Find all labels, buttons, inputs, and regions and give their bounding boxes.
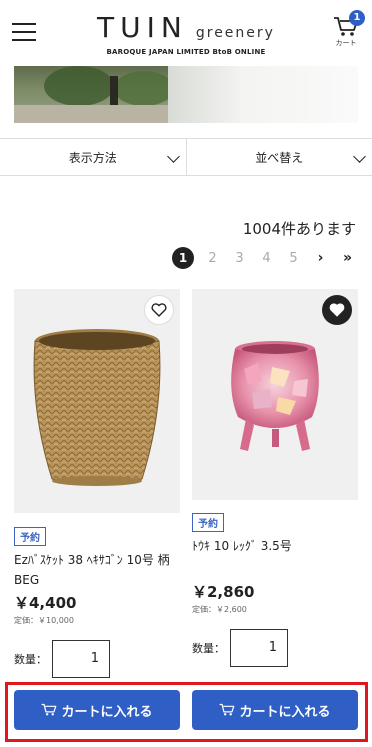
product-list-price: 定価：￥2,600 [192,605,247,614]
product-name[interactable]: Ezﾊﾞｽｹｯﾄ 38 ﾍｷｻｺﾞﾝ 10号 柄BEG [14,550,180,592]
favorite-button[interactable] [144,295,174,325]
cart-count-badge: 1 [349,10,365,26]
product-card: 予約 Ezﾊﾞｽｹｯﾄ 38 ﾍｷｻｺﾞﾝ 10号 柄BEG ￥4,400 定価… [14,289,180,678]
filter-bar: 表示方法 並べ替え [0,138,372,176]
site-logo[interactable]: TUIN greenery BAROQUE JAPAN LIMITED BtoB… [97,11,275,62]
page-4[interactable]: 4 [253,251,280,266]
sort-dropdown[interactable]: 並べ替え [185,139,372,175]
next-page-button[interactable]: › [307,250,334,266]
cart-icon [42,703,57,716]
heart-outline-icon [151,303,167,317]
favorite-button[interactable] [322,295,352,325]
result-count: 1004件あります [242,220,356,238]
page-5[interactable]: 5 [280,251,307,266]
add-to-cart-button[interactable]: カートに入れる [14,690,180,730]
menu-icon[interactable] [12,20,38,42]
preorder-badge: 予約 [192,513,224,532]
logo-tagline: BAROQUE JAPAN LIMITED BtoB ONLINE [106,48,266,56]
logo-sub-word: greenery [195,25,275,41]
product-name[interactable]: ﾄｳｷ 10 ﾚｯｸﾞ 3.5号 [192,536,358,578]
last-page-button[interactable]: » [334,250,361,266]
pagination: 1 2 3 4 5 › » [172,246,362,270]
display-mode-label: 表示方法 [68,150,117,165]
product-image[interactable] [14,289,180,513]
logo-main-text: TUIN [97,11,188,44]
quantity-input[interactable]: 1 [52,640,110,678]
sort-label: 並べ替え [255,150,304,165]
display-mode-dropdown[interactable]: 表示方法 [0,139,186,175]
site-header: TUIN greenery BAROQUE JAPAN LIMITED BtoB… [0,0,372,66]
heart-filled-icon [329,303,345,317]
quantity-input[interactable]: 1 [230,629,288,667]
chevron-down-icon [353,150,366,163]
quantity-row: 数量： 1 [192,629,358,667]
add-to-cart-label: カートに入れる [239,704,331,720]
product-image[interactable] [192,289,358,500]
quantity-row: 数量： 1 [14,640,180,678]
product-price: ￥4,400 [14,594,77,612]
cart-label: カート [335,39,357,47]
preorder-badge: 予約 [14,527,46,546]
page-1[interactable]: 1 [172,247,194,269]
page-2[interactable]: 2 [199,251,226,266]
cart-button[interactable]: 1 カート [330,10,365,52]
product-price: ￥2,860 [192,583,255,601]
add-to-cart-button[interactable]: カートに入れる [192,690,358,730]
page-3[interactable]: 3 [226,251,253,266]
chevron-down-icon [166,150,180,163]
quantity-label: 数量： [192,642,225,655]
product-card: 予約 ﾄｳｷ 10 ﾚｯｸﾞ 3.5号 ￥2,860 定価：￥2,600 数量：… [192,289,358,667]
hero-banner-image [14,66,358,123]
add-to-cart-label: カートに入れる [61,704,153,720]
quantity-label: 数量： [14,653,47,666]
cart-icon [220,703,235,716]
product-list-price: 定価：￥10,000 [14,616,74,625]
